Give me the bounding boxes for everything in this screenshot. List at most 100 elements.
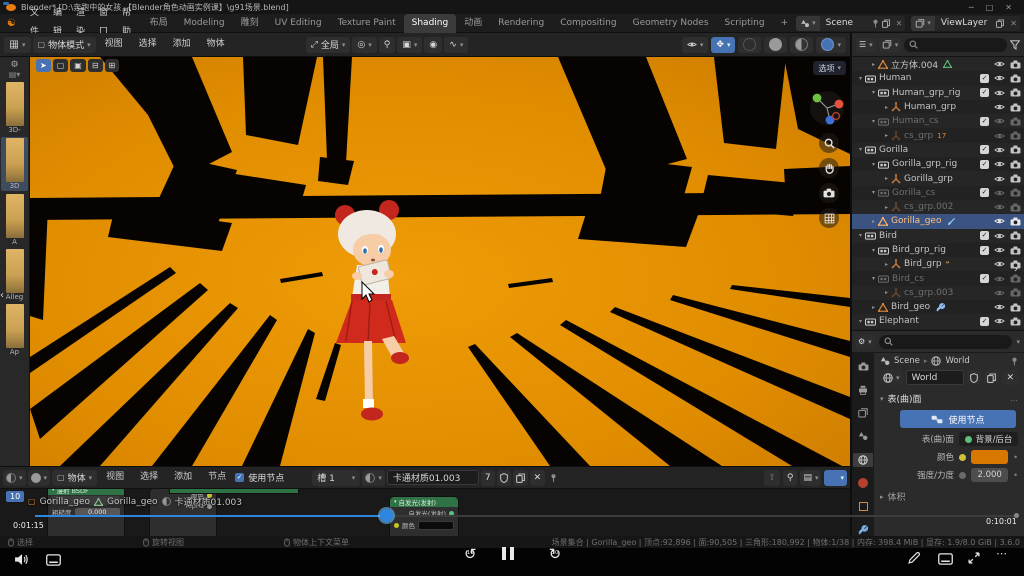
outliner-row[interactable]: ▾Bird✓ <box>852 229 1024 243</box>
viewlayer-selector[interactable]: ▾ ViewLayer ✕ <box>911 16 1020 31</box>
panel-open-chevron[interactable]: › <box>1014 264 1018 275</box>
editor-type-button[interactable]: ▾ <box>3 470 26 486</box>
outliner-row[interactable]: ▸立方体.004 <box>852 57 1024 71</box>
properties-editor-icon[interactable]: ⚙▾ <box>855 335 875 349</box>
shader-menu-view[interactable]: 视图 <box>99 468 131 487</box>
viewlayer-remove-icon[interactable]: ✕ <box>1007 19 1020 28</box>
asset-selected[interactable]: 3D <box>1 137 28 191</box>
left-editor-icon[interactable]: ⚙ <box>0 57 29 70</box>
outliner-row[interactable]: ▾Human_grp_rig✓ <box>852 86 1024 100</box>
animate-dot[interactable]: • <box>1013 471 1018 480</box>
viewport-menu-add[interactable]: 添加 <box>166 35 198 54</box>
select-mode-subtract[interactable]: ⊟ <box>88 59 103 72</box>
outliner-display-mode[interactable]: ☰▾ <box>856 38 876 52</box>
asset-thumbnail[interactable] <box>6 249 24 293</box>
shader-menu-node[interactable]: 节点 <box>201 468 233 487</box>
tab-scene[interactable] <box>853 429 873 443</box>
tab-world[interactable] <box>853 453 873 467</box>
strength-slider[interactable]: 2.000 <box>971 468 1008 482</box>
workspace-tab-compositing[interactable]: Compositing <box>552 14 624 33</box>
blender-menu-icon[interactable]: ☯ <box>0 18 23 29</box>
shader-mode-dropdown[interactable]: ▢物体▾ <box>52 470 97 486</box>
add-workspace-button[interactable]: + <box>773 14 797 33</box>
mode-dropdown[interactable]: ▢ 物体模式▾ <box>33 37 96 53</box>
outliner-row[interactable]: ▾Gorilla_grp_rig✓ <box>852 157 1024 171</box>
material-browse-button[interactable]: ▾ <box>362 470 385 486</box>
outliner-row[interactable]: ▸Human_grp <box>852 100 1024 114</box>
asset-thumbnail[interactable] <box>6 194 24 238</box>
color-swatch[interactable] <box>971 450 1008 464</box>
workspace-tab-layout[interactable]: 布局 <box>142 14 176 33</box>
workspace-tab-sculpting[interactable]: 雕刻 <box>233 14 267 33</box>
window-minimize-button[interactable]: ─ <box>969 3 974 12</box>
volume-panel-header[interactable]: ▸体积 <box>874 482 1024 503</box>
viewlayer-name[interactable]: ViewLayer <box>935 18 993 28</box>
workspace-tab-scripting[interactable]: Scripting <box>717 14 773 33</box>
properties-options-icon[interactable]: ▾ <box>1016 338 1020 346</box>
navigation-gizmo[interactable] <box>808 89 846 127</box>
pin-icon[interactable] <box>872 19 879 28</box>
viewport-menu-select[interactable]: 选择 <box>132 35 164 54</box>
world-copy-icon[interactable] <box>984 370 999 385</box>
overlays-dropdown[interactable]: ✥▾ <box>711 37 735 53</box>
scene-unlink-icon[interactable]: ✕ <box>893 19 906 28</box>
outliner-row[interactable]: ▸Bird_grp❝ <box>852 257 1024 271</box>
scene-name[interactable]: Scene <box>820 18 872 28</box>
viewport-menu-object[interactable]: 物体 <box>200 35 232 54</box>
tab-material[interactable] <box>853 476 873 490</box>
world-browse-button[interactable]: ▾ <box>880 370 903 385</box>
proportional-edit-toggle[interactable]: ◉ <box>424 37 442 53</box>
viewport-menu-view[interactable]: 视图 <box>98 35 130 54</box>
workspace-tab-modeling[interactable]: Modeling <box>176 14 233 33</box>
tab-view-layer[interactable] <box>853 406 873 420</box>
tab-output[interactable] <box>853 382 873 396</box>
color-input-socket[interactable] <box>959 454 966 461</box>
shader-menu-select[interactable]: 选择 <box>133 468 165 487</box>
surface-shader-dropdown[interactable]: 背景/后台 <box>959 432 1018 446</box>
scene-browse-icon[interactable]: ▾ <box>796 16 820 31</box>
outliner-row[interactable]: ▾Elephant✓ <box>852 314 1024 328</box>
outliner-row[interactable]: ▸cs_grp.002 <box>852 200 1024 214</box>
shading-rendered-button[interactable]: ▾ <box>816 37 846 53</box>
tab-modifiers[interactable] <box>853 523 873 537</box>
snap-target-dropdown[interactable]: ▣▾ <box>397 37 422 53</box>
select-mode-set[interactable]: ▢ <box>53 59 69 72</box>
workspace-tab-shading[interactable]: Shading <box>404 14 457 33</box>
workspace-tab-geometry-nodes[interactable]: Geometry Nodes <box>625 14 717 33</box>
tab-render[interactable] <box>853 359 873 373</box>
editor-type-button[interactable]: ▾ <box>4 37 31 53</box>
parent-node-tree-button[interactable]: ⇧ <box>764 470 780 486</box>
shading-wireframe-button[interactable] <box>738 37 761 53</box>
roughness-slider[interactable]: 0.000 <box>75 508 121 517</box>
outliner-row[interactable]: ▾Gorilla_cs✓ <box>852 186 1024 200</box>
workspace-tab-animation[interactable]: 动画 <box>456 14 490 33</box>
tab-object[interactable] <box>853 499 873 513</box>
use-nodes-checkbox[interactable]: ✓使用节点 <box>235 471 284 484</box>
window-close-button[interactable]: ✕ <box>1005 3 1012 12</box>
workspace-tab-texture-paint[interactable]: Texture Paint <box>330 14 404 33</box>
filter-funnel-icon[interactable] <box>1010 40 1020 50</box>
shader-type-icon[interactable]: ▾ <box>28 470 51 486</box>
use-nodes-button[interactable]: 使用节点 <box>900 410 1016 428</box>
node-header-peek[interactable] <box>170 489 298 493</box>
outliner-row-selected[interactable]: ▸Gorilla_geo <box>852 214 1024 228</box>
viewport-3d[interactable]: ➤ ▢ ▣ ⊟ ⊞ 选项▾ <box>30 57 850 466</box>
material-unlink-icon[interactable]: ✕ <box>530 470 546 486</box>
outliner-row[interactable]: ▾Gorilla✓ <box>852 143 1024 157</box>
world-name-field[interactable]: World <box>906 370 965 385</box>
outliner-row[interactable]: ▾Bird_grp_rig✓ <box>852 243 1024 257</box>
viewport-zoom-button[interactable] <box>819 133 839 153</box>
material-copy-icon[interactable] <box>513 470 528 486</box>
pin-icon[interactable] <box>550 473 557 483</box>
viewlayer-copy-icon[interactable] <box>993 19 1007 28</box>
scene-selector[interactable]: ▾ Scene ✕ <box>796 16 905 31</box>
viewlayer-browse-icon[interactable]: ▾ <box>911 16 935 31</box>
falloff-dropdown[interactable]: ∿▾ <box>444 37 468 53</box>
shader-menu-add[interactable]: 添加 <box>167 468 199 487</box>
viewport-perspective-button[interactable] <box>819 208 839 228</box>
panel-open-chevron[interactable]: ‹ <box>0 290 10 301</box>
shading-solid-button[interactable] <box>764 37 787 53</box>
viewport-move-button[interactable] <box>819 158 839 178</box>
world-unlink-icon[interactable]: ✕ <box>1002 370 1018 385</box>
select-mode-intersect[interactable]: ⊞ <box>105 59 120 72</box>
